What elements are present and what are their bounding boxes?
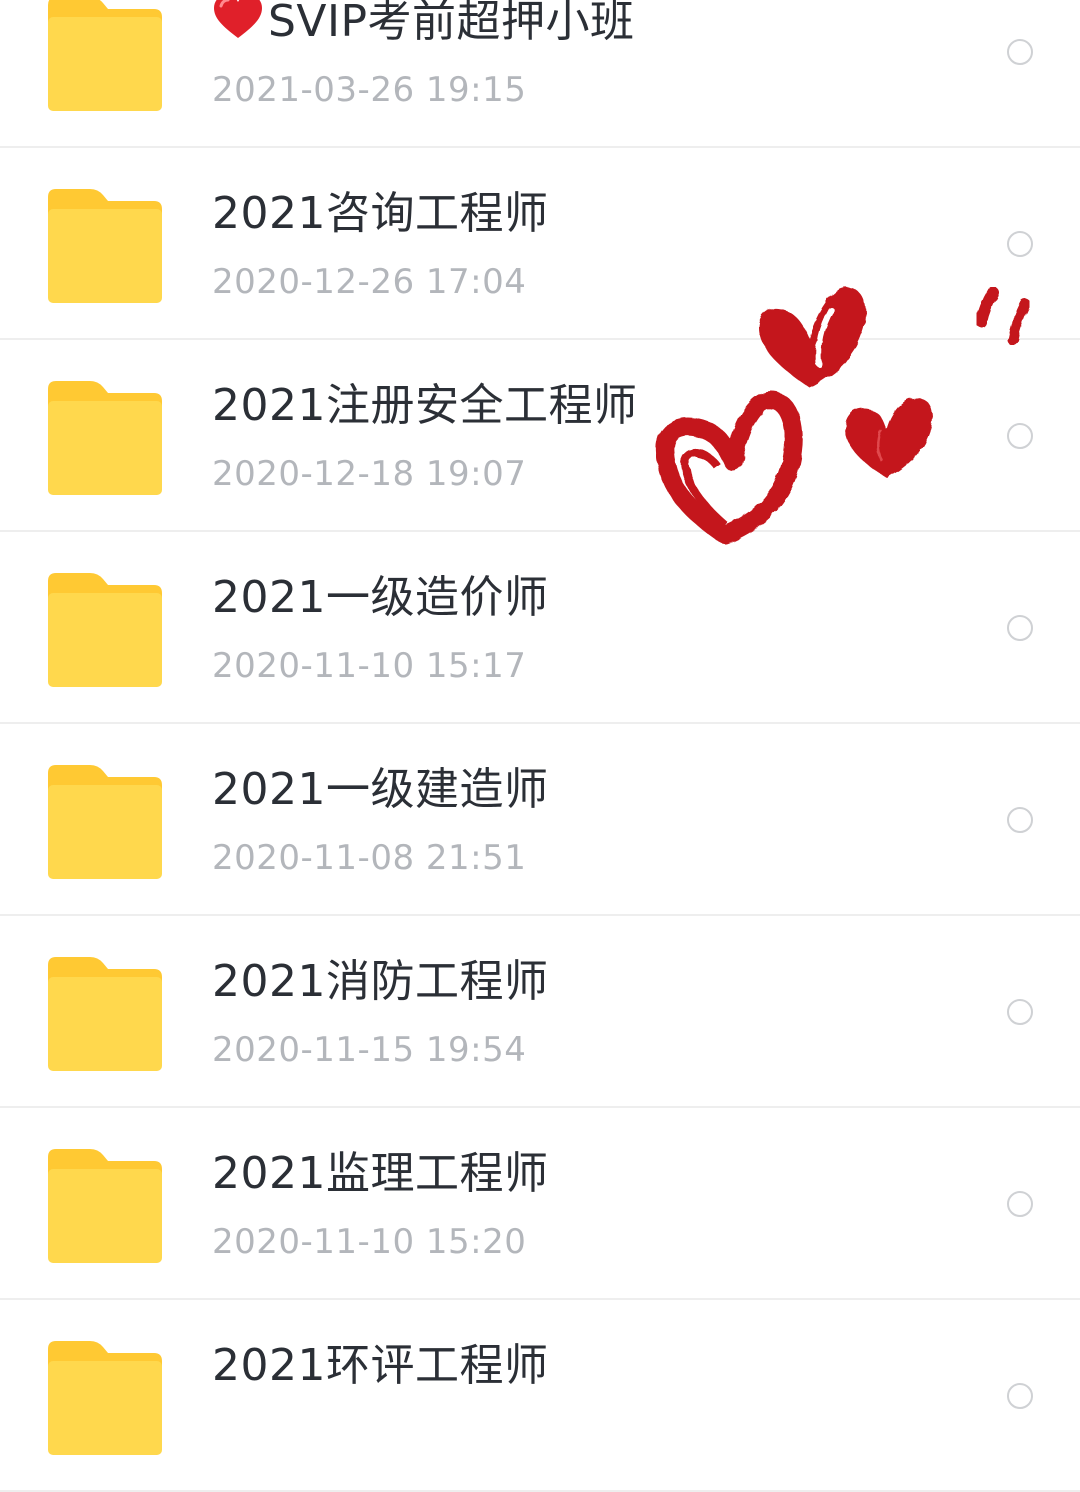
file-name: 2021环评工程师 (212, 1340, 549, 1391)
file-list: SVIP考前超押小班 2021-03-26 19:15 2021咨询工程师 20… (0, 0, 1080, 1492)
file-name: 2021一级造价师 (212, 572, 549, 623)
file-row[interactable]: 2021环评工程师 (0, 1300, 1080, 1492)
folder-icon (48, 381, 162, 495)
file-row[interactable]: 2021监理工程师 2020-11-10 15:20 (0, 1108, 1080, 1300)
radio-circle-icon[interactable] (1007, 39, 1033, 65)
radio-circle-icon[interactable] (1007, 231, 1033, 257)
folder-icon (48, 765, 162, 879)
radio-circle-icon[interactable] (1007, 1191, 1033, 1217)
folder-icon (48, 0, 162, 111)
file-modified-time: 2020-11-08 21:51 (212, 838, 527, 878)
file-modified-time: 2020-11-15 19:54 (212, 1030, 527, 1070)
file-row[interactable]: 2021注册安全工程师 2020-12-18 19:07 (0, 340, 1080, 532)
file-modified-time: 2020-12-18 19:07 (212, 454, 527, 494)
file-name: 2021消防工程师 (212, 956, 549, 1007)
red-heart-emoji-icon (212, 0, 264, 40)
file-modified-time: 2020-12-26 17:04 (212, 262, 527, 302)
file-modified-time: 2021-03-26 19:15 (212, 70, 527, 110)
radio-circle-icon[interactable] (1007, 423, 1033, 449)
file-row[interactable]: 2021一级造价师 2020-11-10 15:17 (0, 532, 1080, 724)
file-modified-time: 2020-11-10 15:20 (212, 1222, 527, 1262)
file-name: 2021注册安全工程师 (212, 380, 638, 431)
file-row[interactable]: 2021消防工程师 2020-11-15 19:54 (0, 916, 1080, 1108)
file-row[interactable]: 2021一级建造师 2020-11-08 21:51 (0, 724, 1080, 916)
radio-circle-icon[interactable] (1007, 999, 1033, 1025)
file-name: 2021监理工程师 (212, 1148, 549, 1199)
file-modified-time: 2020-11-10 15:17 (212, 646, 527, 686)
folder-icon (48, 1341, 162, 1455)
file-name-text: SVIP考前超押小班 (268, 0, 635, 47)
file-row[interactable]: SVIP考前超押小班 2021-03-26 19:15 (0, 0, 1080, 148)
folder-icon (48, 1149, 162, 1263)
radio-circle-icon[interactable] (1007, 615, 1033, 641)
file-name: 2021一级建造师 (212, 764, 549, 815)
radio-circle-icon[interactable] (1007, 807, 1033, 833)
file-name: 2021咨询工程师 (212, 188, 549, 239)
file-row[interactable]: 2021咨询工程师 2020-12-26 17:04 (0, 148, 1080, 340)
folder-icon (48, 957, 162, 1071)
radio-circle-icon[interactable] (1007, 1383, 1033, 1409)
file-name: SVIP考前超押小班 (212, 0, 635, 50)
folder-icon (48, 573, 162, 687)
folder-icon (48, 189, 162, 303)
